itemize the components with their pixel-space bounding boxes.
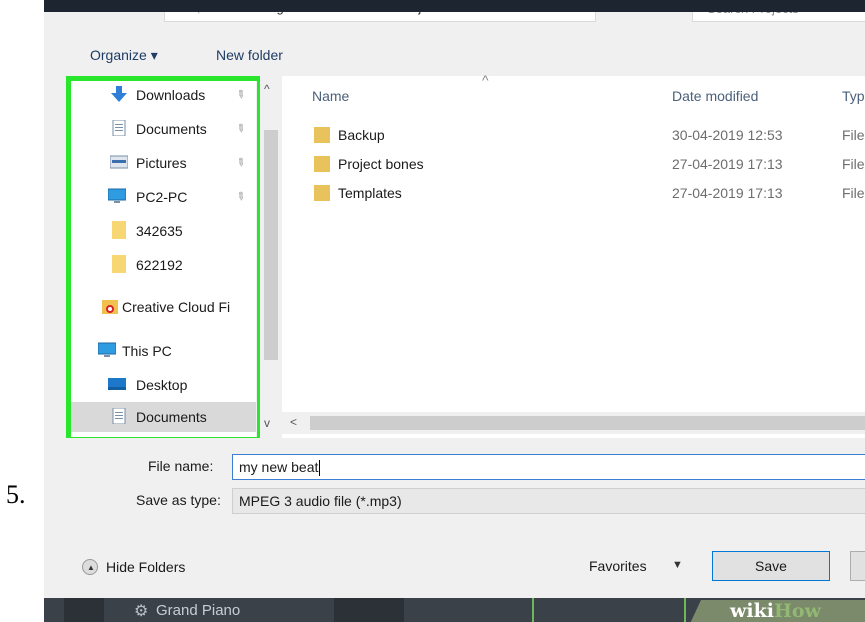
file-name: Templates bbox=[338, 185, 402, 201]
gear-icon: ⚙ bbox=[134, 603, 149, 620]
nav-scroll-thumb[interactable] bbox=[264, 130, 278, 360]
file-date: 27-04-2019 17:13 bbox=[672, 156, 783, 172]
file-name: Backup bbox=[338, 127, 385, 143]
wikihow-watermark: wikiHow bbox=[730, 600, 821, 622]
organize-button[interactable]: Organize ▾ bbox=[90, 47, 158, 64]
horizontal-scroll-thumb[interactable] bbox=[310, 416, 865, 430]
chevron-up-icon[interactable]: ^ bbox=[264, 82, 270, 96]
save-form: File name: my new beat Save as type: MPE… bbox=[44, 438, 865, 598]
save-dialog-screenshot: ↑ « Image-Line › FL Studio › Projects ▾ … bbox=[44, 0, 865, 622]
column-header-type[interactable]: Typ bbox=[842, 88, 865, 104]
fl-panel-segment bbox=[64, 598, 104, 622]
new-folder-button[interactable]: New folder bbox=[216, 47, 283, 63]
folder-icon bbox=[314, 127, 330, 143]
step-number: 5. bbox=[6, 480, 26, 509]
folder-icon bbox=[314, 185, 330, 201]
save-type-select[interactable]: MPEG 3 audio file (*.mp3) bbox=[232, 488, 865, 514]
file-date: 27-04-2019 17:13 bbox=[672, 185, 783, 201]
file-list: ^ Name Date modified Typ Backup 30-04-20… bbox=[282, 72, 865, 438]
cancel-button[interactable] bbox=[850, 551, 865, 581]
file-type: File bbox=[842, 127, 865, 143]
instrument-label: Grand Piano bbox=[156, 602, 241, 619]
up-triangle-icon: ▲ bbox=[87, 563, 95, 572]
file-date: 30-04-2019 12:53 bbox=[672, 127, 783, 143]
column-header-date[interactable]: Date modified bbox=[672, 88, 758, 104]
watermark-how: How bbox=[773, 600, 821, 622]
column-header-name[interactable]: Name bbox=[312, 88, 349, 104]
file-name-label: File name: bbox=[148, 458, 214, 474]
hide-folders-label: Hide Folders bbox=[106, 559, 186, 575]
folder-icon bbox=[314, 156, 330, 172]
table-row[interactable]: Templates 27-04-2019 17:13 File bbox=[282, 182, 865, 206]
toolbar: Organize ▾ New folder bbox=[44, 38, 865, 72]
text-caret bbox=[319, 460, 321, 477]
fl-panel-segment bbox=[334, 598, 404, 622]
window-top-strip bbox=[44, 0, 865, 12]
fl-green-marker bbox=[532, 598, 534, 622]
nav-scrollbar[interactable]: ^ v bbox=[260, 76, 282, 438]
table-row[interactable]: Backup 30-04-2019 12:53 File bbox=[282, 124, 865, 148]
file-type: File bbox=[842, 156, 865, 172]
file-name: Project bones bbox=[338, 156, 424, 172]
watermark-wiki: wiki bbox=[730, 600, 774, 622]
fl-green-marker bbox=[684, 598, 686, 622]
file-name-value-wrap: my new beat bbox=[239, 459, 321, 477]
table-row[interactable]: Project bones 27-04-2019 17:13 File bbox=[282, 153, 865, 177]
save-type-label: Save as type: bbox=[136, 492, 221, 508]
file-type: File bbox=[842, 185, 865, 201]
chevron-down-icon[interactable]: ▼ bbox=[672, 559, 683, 571]
highlight-box bbox=[66, 76, 262, 442]
save-type-value: MPEG 3 audio file (*.mp3) bbox=[239, 493, 402, 509]
chevron-down-icon[interactable]: v bbox=[264, 416, 270, 430]
file-name-value: my new beat bbox=[239, 459, 319, 475]
file-name-field[interactable]: my new beat bbox=[232, 454, 865, 480]
chevron-left-icon[interactable]: < bbox=[290, 415, 297, 429]
collapse-circle-icon: ▲ bbox=[82, 559, 98, 575]
save-button[interactable]: Save bbox=[712, 551, 830, 581]
sort-ascending-icon: ^ bbox=[482, 72, 489, 88]
favorites-button[interactable]: Favorites bbox=[589, 558, 647, 574]
horizontal-scrollbar[interactable]: < bbox=[282, 412, 865, 434]
